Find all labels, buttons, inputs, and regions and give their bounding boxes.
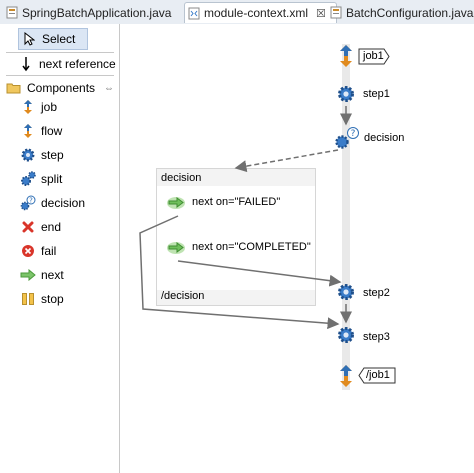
- step3-gear-icon[interactable]: [336, 325, 356, 345]
- step2-gear-icon[interactable]: [336, 282, 356, 302]
- step2-label: step2: [363, 287, 390, 299]
- step3-label: step3: [363, 331, 390, 343]
- step1-gear-icon[interactable]: [336, 84, 356, 104]
- connector-decision-to-box: [234, 149, 339, 173]
- decision-node-icon[interactable]: ?: [333, 126, 361, 152]
- job-start-icon[interactable]: [339, 44, 353, 68]
- connector-layer: [139, 106, 352, 330]
- decision-node-label: decision: [364, 132, 405, 144]
- step1-label: step1: [363, 88, 390, 100]
- job-end-icon[interactable]: [339, 364, 353, 388]
- job-start-label: job1: [363, 50, 384, 62]
- connector-failed-step3: [139, 215, 340, 330]
- connector-completed-step2: [177, 260, 342, 287]
- job-end-label: /job1: [366, 369, 390, 381]
- svg-text:?: ?: [351, 129, 356, 139]
